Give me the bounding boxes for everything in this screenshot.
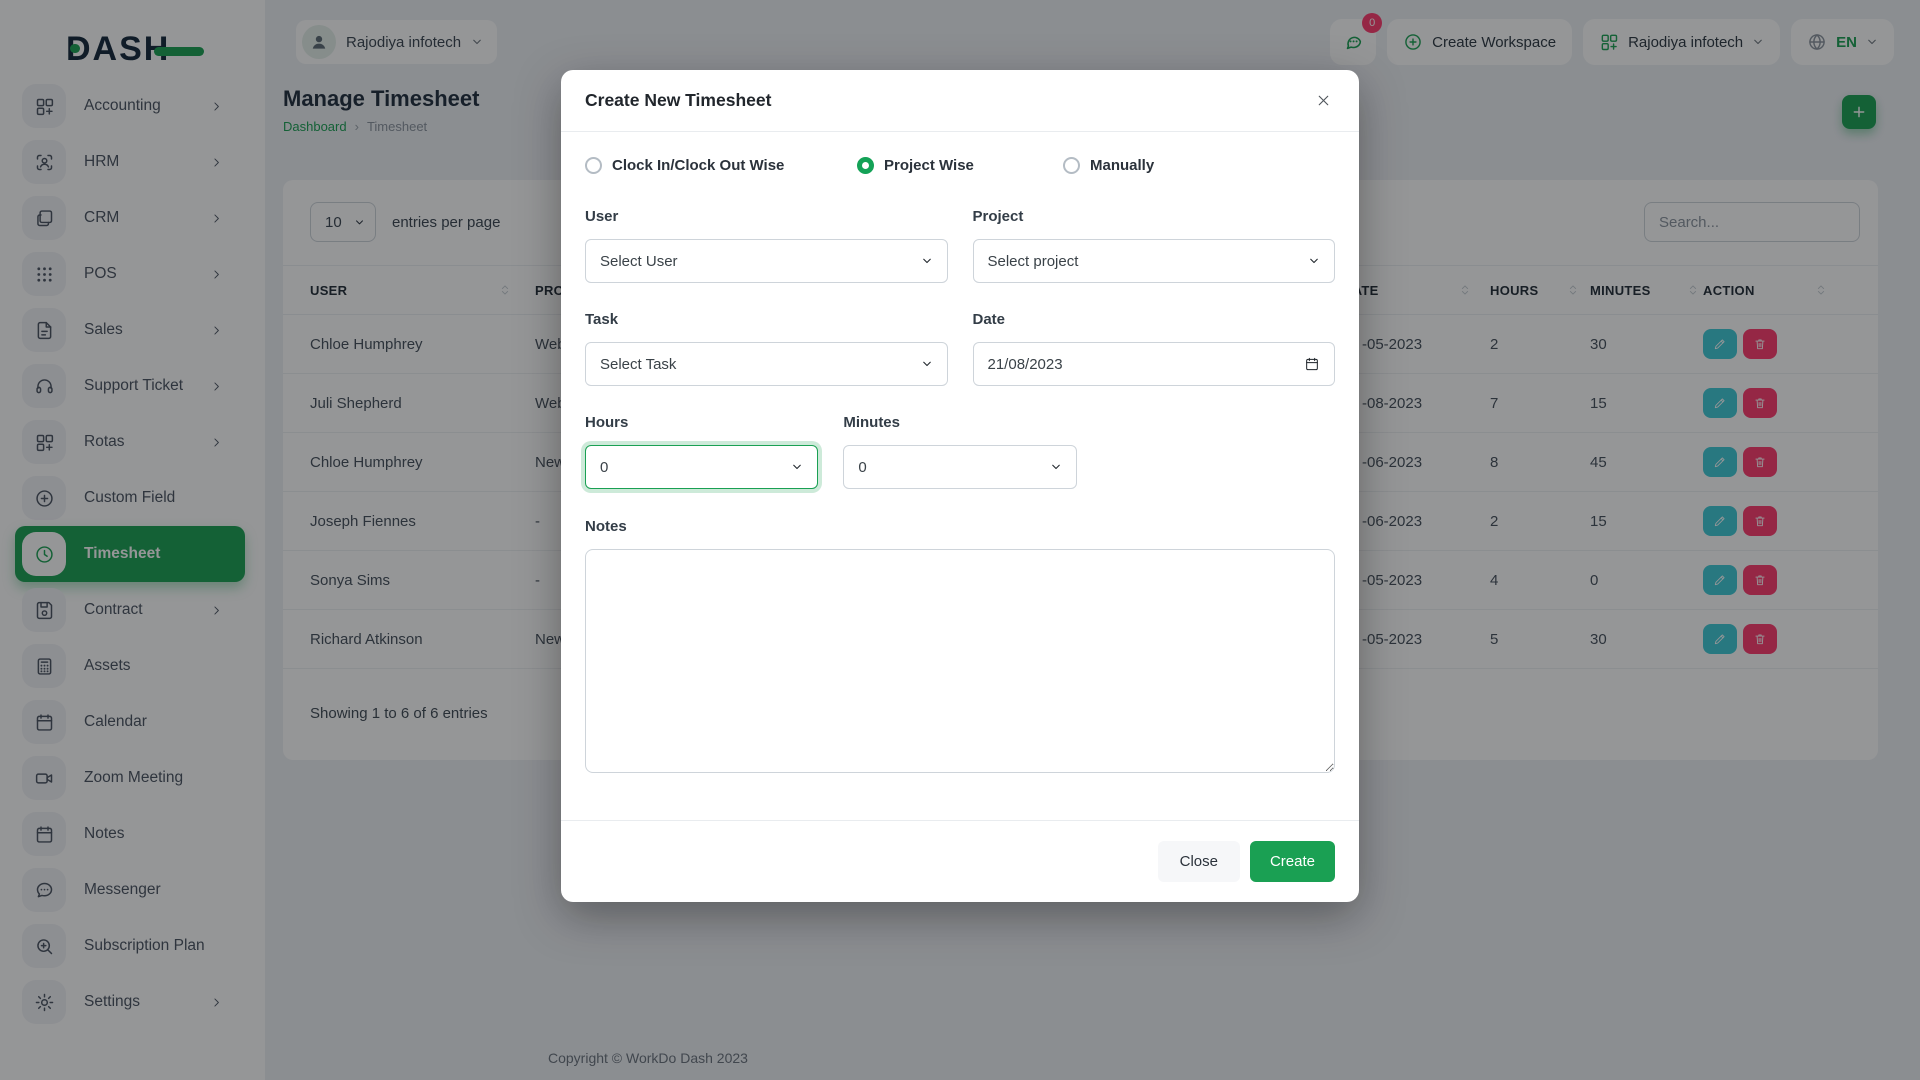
modal-footer: Close Create [561, 820, 1359, 902]
radio-icon [857, 157, 874, 174]
close-button[interactable]: Close [1158, 841, 1240, 882]
user-select[interactable]: Select User [585, 239, 948, 283]
calendar-icon [1304, 356, 1320, 372]
task-field-group: Task Select Task [585, 311, 948, 386]
radio-icon [585, 157, 602, 174]
chevron-down-icon [791, 461, 803, 473]
radio-option-project-wise[interactable]: Project Wise [857, 157, 1063, 174]
radio-option-clock-in-clock-out-wise[interactable]: Clock In/Clock Out Wise [585, 157, 857, 174]
project-select[interactable]: Select project [973, 239, 1336, 283]
chevron-down-icon [1308, 255, 1320, 267]
date-label: Date [973, 311, 1336, 328]
modal-title: Create New Timesheet [585, 90, 771, 111]
date-field-group: Date 21/08/2023 [973, 311, 1336, 386]
create-timesheet-modal: Create New Timesheet Clock In/Clock Out … [561, 70, 1359, 902]
chevron-down-icon [1050, 461, 1062, 473]
minutes-label: Minutes [843, 414, 1076, 431]
chevron-down-icon [921, 358, 933, 370]
notes-label: Notes [585, 518, 1335, 535]
hours-field-group: Hours 0 [585, 414, 818, 489]
close-icon[interactable] [1311, 89, 1335, 113]
minutes-select[interactable]: 0 [843, 445, 1076, 489]
hours-select[interactable]: 0 [585, 445, 818, 489]
project-label: Project [973, 208, 1336, 225]
minutes-field-group: Minutes 0 [843, 414, 1076, 489]
task-label: Task [585, 311, 948, 328]
task-select[interactable]: Select Task [585, 342, 948, 386]
chevron-down-icon [921, 255, 933, 267]
date-input[interactable]: 21/08/2023 [973, 342, 1336, 386]
user-label: User [585, 208, 948, 225]
hours-label: Hours [585, 414, 818, 431]
project-field-group: Project Select project [973, 208, 1336, 283]
radio-icon [1063, 157, 1080, 174]
user-field-group: User Select User [585, 208, 948, 283]
timesheet-type-radios: Clock In/Clock Out Wise Project Wise Man… [585, 157, 1335, 174]
notes-textarea[interactable] [585, 549, 1335, 773]
modal-body: Clock In/Clock Out Wise Project Wise Man… [561, 132, 1359, 820]
create-button[interactable]: Create [1250, 841, 1335, 882]
modal-header: Create New Timesheet [561, 70, 1359, 132]
radio-option-manually[interactable]: Manually [1063, 157, 1154, 174]
notes-field-group: Notes [585, 518, 1335, 778]
